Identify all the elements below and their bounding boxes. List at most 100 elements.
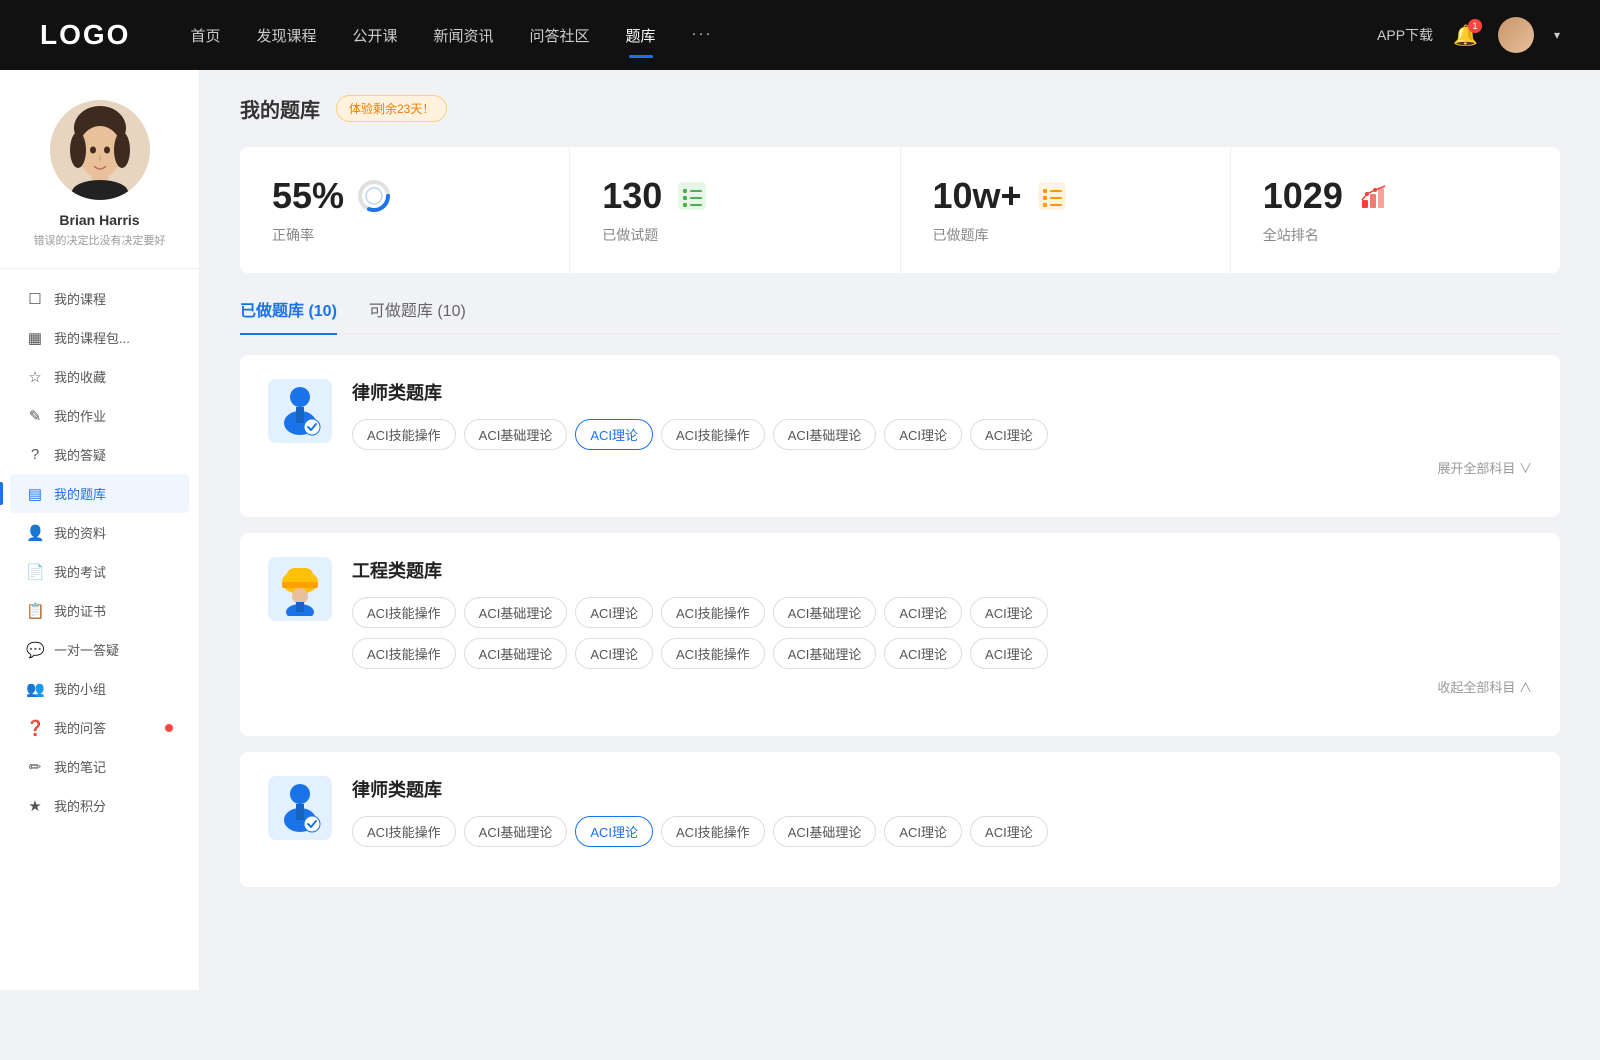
bank-card-1-content: 律师类题库 ACI技能操作 ACI基础理论 ACI理论 ACI技能操作 ACI基… [352,379,1532,477]
tag-2-13[interactable]: ACI理论 [884,638,962,669]
tag-2-5[interactable]: ACI基础理论 [773,597,877,628]
sidebar-item-exam[interactable]: 📄 我的考试 [10,552,189,591]
sidebar-item-homework[interactable]: ✎ 我的作业 [10,396,189,435]
packages-label: 我的课程包... [54,328,130,347]
tag-1-2[interactable]: ACI基础理论 [464,419,568,450]
tag-3-3[interactable]: ACI理论 [575,816,653,847]
stat-ranking-label: 全站排名 [1263,225,1528,245]
tag-1-1[interactable]: ACI技能操作 [352,419,456,450]
tag-2-10[interactable]: ACI理论 [575,638,653,669]
logo: LOGO [40,19,130,51]
tag-1-4[interactable]: ACI技能操作 [661,419,765,450]
nav-mooc[interactable]: 公开课 [352,21,397,50]
nav-news[interactable]: 新闻资讯 [434,21,494,50]
sidebar-item-certificate[interactable]: 📋 我的证书 [10,591,189,630]
avatar-svg [50,100,150,200]
app-download-btn[interactable]: APP下载 [1377,25,1433,45]
navbar: LOGO 首页 发现课程 公开课 新闻资讯 问答社区 题库 ··· APP下载 … [0,0,1600,70]
sidebar-item-notes[interactable]: ✏ 我的笔记 [10,747,189,786]
sidebar-item-groups[interactable]: 👥 我的小组 [10,669,189,708]
homework-label: 我的作业 [54,406,106,425]
user-avatar[interactable] [1498,17,1534,53]
nav-qa[interactable]: 问答社区 [530,21,590,50]
tag-3-7[interactable]: ACI理论 [970,816,1048,847]
stat-done-questions-top: 130 [602,175,867,217]
nav-questions[interactable]: 题库 [626,21,656,50]
tag-2-8[interactable]: ACI技能操作 [352,638,456,669]
profile-icon: 👤 [26,524,44,542]
profile-label: 我的资料 [54,523,106,542]
favorites-icon: ☆ [26,368,44,386]
chevron-down-icon[interactable]: ▾ [1554,28,1560,42]
bar-chart-icon [1355,178,1391,214]
sidebar-item-profile[interactable]: 👤 我的资料 [10,513,189,552]
tag-2-14[interactable]: ACI理论 [970,638,1048,669]
sidebar-item-myqa[interactable]: ❓ 我的问答 [10,708,189,747]
bank-card-2-title: 工程类题库 [352,557,1532,583]
sidebar-item-packages[interactable]: ▦ 我的课程包... [10,318,189,357]
tag-1-6[interactable]: ACI理论 [884,419,962,450]
courses-icon: ☐ [26,290,44,308]
sidebar-item-favorites[interactable]: ☆ 我的收藏 [10,357,189,396]
tag-2-12[interactable]: ACI基础理论 [773,638,877,669]
tag-2-3[interactable]: ACI理论 [575,597,653,628]
sidebar-menu: ☐ 我的课程 ▦ 我的课程包... ☆ 我的收藏 ✎ 我的作业 ? 我的答疑 ▤… [0,279,199,825]
tag-2-6[interactable]: ACI理论 [884,597,962,628]
tag-3-4[interactable]: ACI技能操作 [661,816,765,847]
tab-available-banks[interactable]: 可做题库 (10) [369,297,466,333]
tag-1-5[interactable]: ACI基础理论 [773,419,877,450]
nav-more[interactable]: ··· [692,21,713,50]
tag-3-2[interactable]: ACI基础理论 [464,816,568,847]
tutoring-icon: 💬 [26,641,44,659]
nav-home[interactable]: 首页 [190,21,220,50]
navbar-right: APP下载 🔔 1 ▾ [1377,17,1560,53]
bank-card-1-expand[interactable]: 展开全部科目 ∨ [352,458,1532,477]
tag-2-7[interactable]: ACI理论 [970,597,1048,628]
points-label: 我的积分 [54,796,106,815]
bank-card-1-header: 律师类题库 ACI技能操作 ACI基础理论 ACI理论 ACI技能操作 ACI基… [268,379,1532,477]
courses-label: 我的课程 [54,289,106,308]
tag-3-1[interactable]: ACI技能操作 [352,816,456,847]
tag-3-5[interactable]: ACI基础理论 [773,816,877,847]
tag-2-11[interactable]: ACI技能操作 [661,638,765,669]
tutoring-label: 一对一答疑 [54,640,119,659]
stat-accuracy-top: 55% [272,175,537,217]
sidebar: Brian Harris 错误的决定比没有决定要好 ☐ 我的课程 ▦ 我的课程包… [0,70,200,990]
bank-card-2-header: 工程类题库 ACI技能操作 ACI基础理论 ACI理论 ACI技能操作 ACI基… [268,557,1532,696]
exam-icon: 📄 [26,563,44,581]
bank-card-2: 工程类题库 ACI技能操作 ACI基础理论 ACI理论 ACI技能操作 ACI基… [240,533,1560,736]
tab-row: 已做题库 (10) 可做题库 (10) [240,297,1560,335]
sidebar-item-tutoring[interactable]: 💬 一对一答疑 [10,630,189,669]
myqa-icon: ❓ [26,719,44,737]
tag-2-2[interactable]: ACI基础理论 [464,597,568,628]
homework-icon: ✎ [26,407,44,425]
bank-card-1-title: 律师类题库 [352,379,1532,405]
tag-2-9[interactable]: ACI基础理论 [464,638,568,669]
tag-2-4[interactable]: ACI技能操作 [661,597,765,628]
tag-1-7[interactable]: ACI理论 [970,419,1048,450]
myqa-badge [165,724,173,732]
main-content: 我的题库 体验剩余23天！ 55% 正确率 [200,70,1600,990]
tab-done-banks[interactable]: 已做题库 (10) [240,297,337,333]
sidebar-item-courses[interactable]: ☐ 我的课程 [10,279,189,318]
stat-accuracy: 55% 正确率 [240,147,570,273]
lawyer-icon-3 [268,776,332,840]
tag-3-6[interactable]: ACI理论 [884,816,962,847]
lawyer-icon-1 [268,379,332,443]
page-header: 我的题库 体验剩余23天！ [240,94,1560,123]
bank-card-3-header: 律师类题库 ACI技能操作 ACI基础理论 ACI理论 ACI技能操作 ACI基… [268,776,1532,847]
points-icon: ★ [26,797,44,815]
exam-label: 我的考试 [54,562,106,581]
donut-chart-icon [356,178,392,214]
packages-icon: ▦ [26,329,44,347]
nav-discover[interactable]: 发现课程 [256,21,316,50]
tag-1-3[interactable]: ACI理论 [575,419,653,450]
sidebar-item-points[interactable]: ★ 我的积分 [10,786,189,825]
tag-2-1[interactable]: ACI技能操作 [352,597,456,628]
bank-card-2-collapse[interactable]: 收起全部科目 ∧ [352,677,1532,696]
sidebar-item-questions[interactable]: ? 我的答疑 [10,435,189,474]
notification-bell[interactable]: 🔔 1 [1453,23,1478,48]
stat-done-questions-label: 已做试题 [602,225,867,245]
sidebar-item-questionbank[interactable]: ▤ 我的题库 [10,474,189,513]
bank-card-3-title: 律师类题库 [352,776,1532,802]
